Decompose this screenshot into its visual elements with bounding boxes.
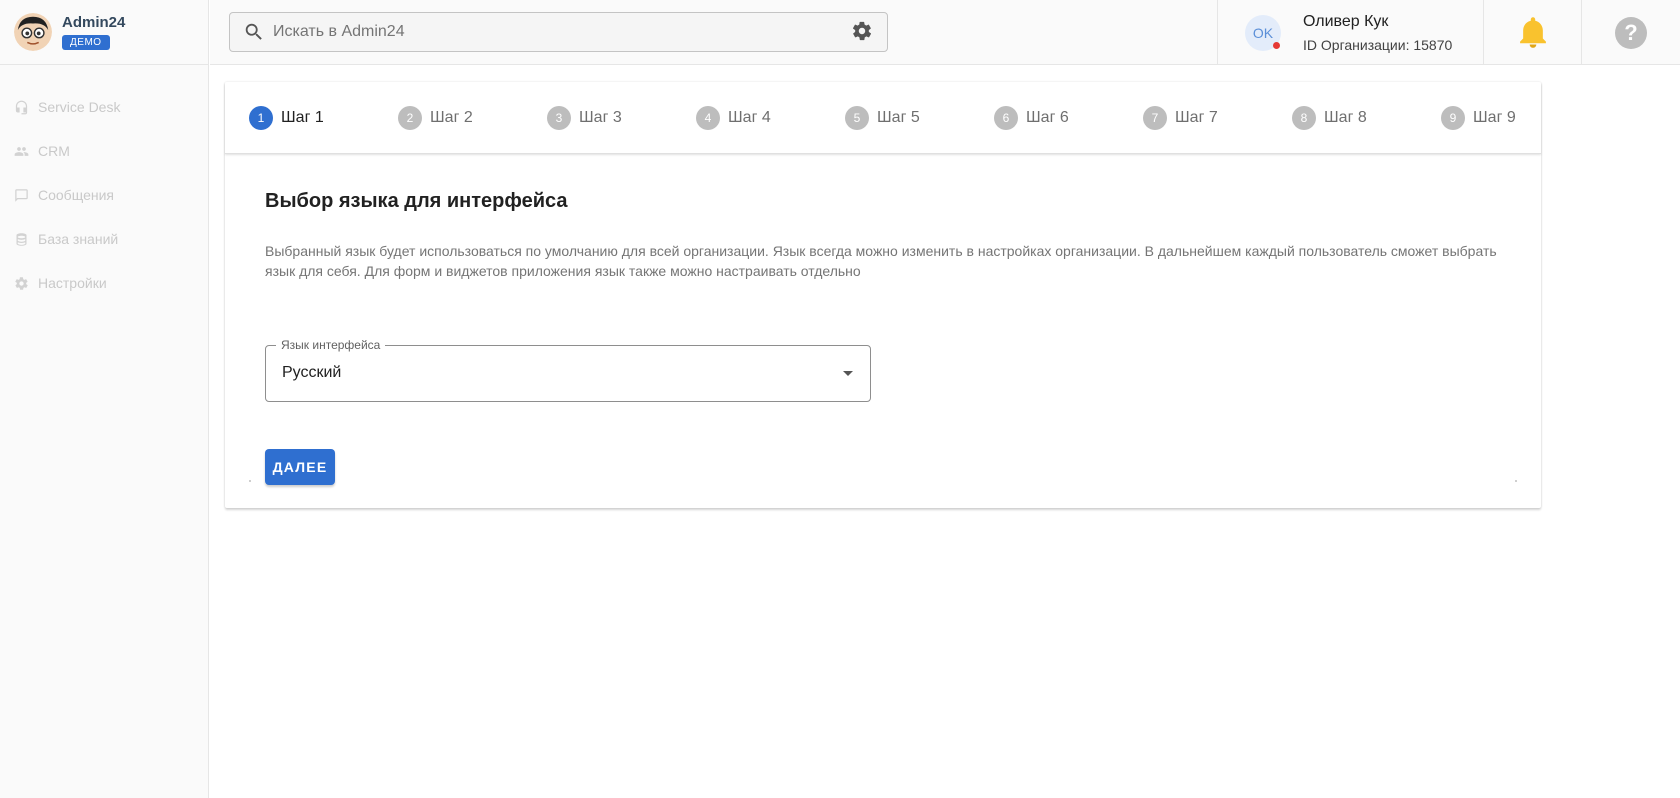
demo-badge: ДЕМО [62,35,110,50]
sidebar: Admin24 ДЕМО Service Desk CRM Сообщения [0,0,209,798]
step-number: 4 [696,105,720,130]
divider-dot [1515,480,1517,482]
step-label: Шаг 7 [1175,108,1218,126]
step-description: Выбранный язык будет использоваться по у… [265,243,1497,279]
people-icon [13,143,29,159]
step-label: Шаг 8 [1324,108,1367,126]
headset-icon [13,99,29,115]
step-label: Шаг 9 [1473,108,1516,126]
search-icon [243,21,265,43]
sidebar-item-messages[interactable]: Сообщения [0,173,208,217]
sidebar-item-knowledge-base[interactable]: База знаний [0,217,208,261]
help-button[interactable]: ? [1582,0,1680,65]
sidebar-item-label: CRM [38,143,70,159]
org-initials: OK [1252,24,1274,41]
step-content: Выбор языка для интерфейса Выбранный язы… [225,154,1541,485]
step-label: Шаг 1 [281,108,324,126]
divider-dot [249,480,251,482]
step-7[interactable]: 7 Шаг 7 [1143,105,1292,130]
brand-text: Admin24 ДЕМО [62,14,125,50]
step-6[interactable]: 6 Шаг 6 [994,105,1143,130]
sidebar-item-crm[interactable]: CRM [0,129,208,173]
search-input[interactable] [265,13,851,51]
step-label: Шаг 4 [728,108,771,126]
brand-name: Admin24 [62,14,126,31]
step-9[interactable]: 9 Шаг 9 [1441,105,1516,130]
sidebar-nav: Service Desk CRM Сообщения База знаний Н… [0,65,208,305]
onboarding-card: 1 Шаг 1 2 Шаг 2 3 Шаг 3 4 Шаг 4 5 Шаг 5 … [225,82,1541,508]
step-label: Шаг 5 [877,108,920,126]
sidebar-item-service-desk[interactable]: Service Desk [0,85,208,129]
dropdown-arrow-icon [843,371,853,376]
user-info: Оливер Кук ID Организации: 15870 [1303,12,1452,53]
database-icon [13,231,29,247]
step-number: 7 [1143,105,1167,130]
next-button[interactable]: ДАЛЕЕ [265,449,335,485]
sidebar-item-label: База знаний [38,231,119,247]
step-number: 6 [994,105,1018,130]
step-label: Шаг 6 [1026,108,1069,126]
chat-icon [13,187,29,203]
step-number: 2 [398,105,422,130]
search-settings-gear-icon[interactable] [851,20,875,44]
step-5[interactable]: 5 Шаг 5 [845,105,994,130]
step-label: Шаг 2 [430,108,473,126]
sidebar-item-label: Настройки [38,275,107,291]
search-bar[interactable] [229,12,888,52]
avatar-icon [14,13,52,51]
help-icon: ? [1615,16,1647,49]
gear-icon [13,275,29,291]
user-name: Оливер Кук [1303,13,1389,30]
step-number: 8 [1292,105,1316,130]
step-1[interactable]: 1 Шаг 1 [249,105,398,130]
org-avatar: OK [1245,14,1281,51]
sidebar-item-label: Сообщения [38,187,114,203]
bell-icon [1519,16,1546,48]
language-select-value: Русский [282,364,342,381]
sidebar-item-settings[interactable]: Настройки [0,261,208,305]
step-number: 5 [845,105,869,130]
language-select[interactable]: Язык интерфейса Русский [265,338,871,402]
step-number: 9 [1441,105,1465,130]
step-4[interactable]: 4 Шаг 4 [696,105,845,130]
user-menu[interactable]: OK Оливер Кук ID Организации: 15870 [1217,0,1484,65]
step-number: 3 [547,105,571,130]
step-8[interactable]: 8 Шаг 8 [1292,105,1441,130]
status-dot [1273,41,1280,49]
org-id: ID Организации: 15870 [1303,37,1453,53]
step-number: 1 [249,105,273,130]
step-label: Шаг 3 [579,108,622,126]
page-title: Выбор языка для интерфейса [265,190,568,212]
language-select-label: Язык интерфейса [276,338,386,352]
notifications-button[interactable] [1484,0,1582,65]
stepper: 1 Шаг 1 2 Шаг 2 3 Шаг 3 4 Шаг 4 5 Шаг 5 … [225,82,1541,154]
brand[interactable]: Admin24 ДЕМО [0,0,208,65]
sidebar-item-label: Service Desk [38,99,121,115]
step-3[interactable]: 3 Шаг 3 [547,105,696,130]
topbar: OK Оливер Кук ID Организации: 15870 ? [210,0,1680,65]
step-2[interactable]: 2 Шаг 2 [398,105,547,130]
